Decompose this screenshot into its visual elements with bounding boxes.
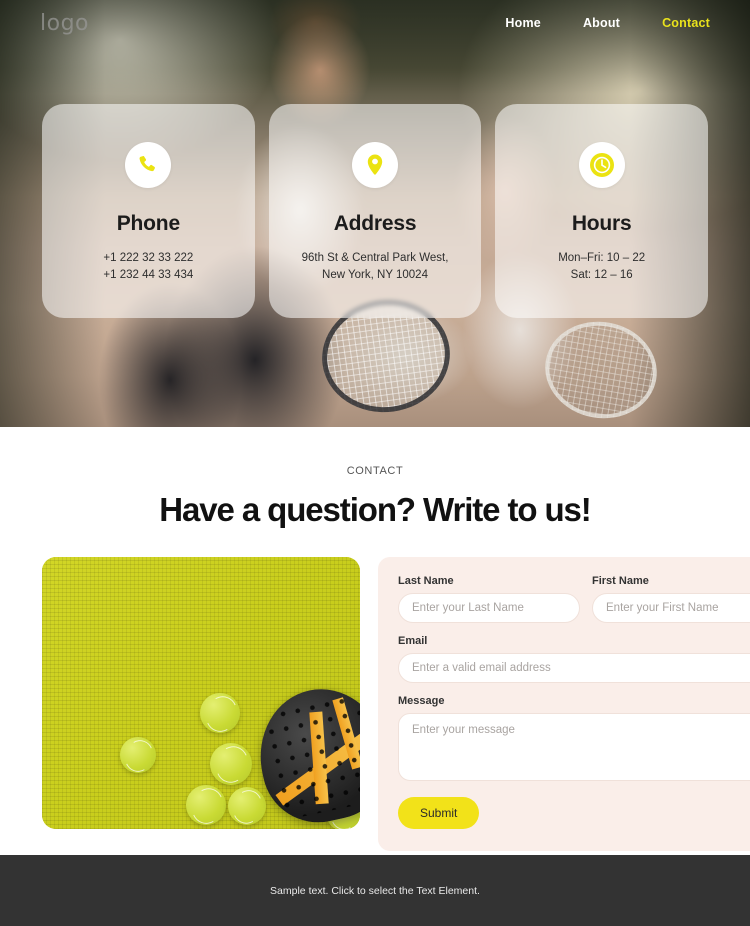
submit-button[interactable]: Submit [398, 797, 480, 829]
tennis-ball [186, 785, 226, 825]
tennis-ball [210, 743, 252, 785]
last-name-label: Last Name [398, 575, 454, 587]
first-name-input[interactable] [592, 593, 750, 623]
last-name-input[interactable] [398, 593, 580, 623]
info-card-lines: Mon–Fri: 10 – 22 Sat: 12 – 16 [558, 250, 645, 284]
tennis-ball [120, 737, 156, 773]
info-card-hours[interactable]: Hours Mon–Fri: 10 – 22 Sat: 12 – 16 [495, 104, 709, 318]
last-name-field-group: Last Name [398, 575, 580, 623]
info-card-title: Phone [116, 212, 180, 235]
contact-body: Last Name First Name Email Message [0, 529, 750, 851]
info-card-line: Sat: 12 – 16 [570, 269, 633, 281]
first-name-field-group: First Name [592, 575, 750, 623]
first-name-label: First Name [592, 575, 649, 587]
footer-text[interactable]: Sample text. Click to select the Text El… [270, 885, 480, 897]
info-card-line: 96th St & Central Park West, [301, 252, 449, 264]
footer: Sample text. Click to select the Text El… [0, 855, 750, 926]
info-card-line: +1 232 44 33 434 [103, 269, 194, 281]
email-label: Email [398, 635, 428, 647]
top-navigation: logo Home About Contact [0, 0, 750, 46]
message-label: Message [398, 695, 445, 707]
racket-holes [259, 689, 360, 821]
phone-icon [125, 142, 172, 188]
info-card-title: Hours [571, 212, 632, 235]
email-field-group: Email [398, 635, 750, 683]
site-logo[interactable]: logo [40, 11, 89, 36]
info-card-line: +1 222 32 33 222 [103, 252, 194, 264]
hero-section: logo Home About Contact Phone +1 222 32 … [0, 0, 750, 427]
email-field[interactable] [398, 653, 750, 683]
info-card-address[interactable]: Address 96th St & Central Park West, New… [268, 104, 482, 318]
map-pin-icon [352, 142, 398, 188]
page-title: Have a question? Write to us! [159, 491, 591, 528]
info-cards: Phone +1 222 32 33 222 +1 232 44 33 434 … [42, 104, 709, 318]
info-card-lines: 96th St & Central Park West, New York, N… [302, 250, 449, 284]
page-root: logo Home About Contact Phone +1 222 32 … [0, 0, 750, 926]
nav-link-contact[interactable]: Contact [662, 16, 710, 30]
info-card-title: Address [333, 212, 417, 235]
info-card-phone[interactable]: Phone +1 222 32 33 222 +1 232 44 33 434 [42, 104, 255, 318]
nav-link-about[interactable]: About [583, 16, 620, 30]
info-card-line: New York, NY 10024 [322, 269, 428, 281]
contact-section: CONTACT Have a question? Write to us! La… [0, 427, 750, 851]
tennis-photo [42, 557, 360, 829]
nav-links: Home About Contact [505, 16, 710, 30]
tennis-ball [200, 693, 240, 733]
contact-form: Last Name First Name Email Message [378, 557, 750, 851]
name-row: Last Name First Name [398, 575, 750, 623]
nav-link-home[interactable]: Home [505, 16, 541, 30]
message-field-group: Message [398, 695, 750, 781]
info-card-lines: +1 222 32 33 222 +1 232 44 33 434 [103, 250, 193, 284]
message-input[interactable] [398, 713, 750, 781]
info-card-line: Mon–Fri: 10 – 22 [558, 252, 646, 264]
tennis-ball [228, 787, 266, 825]
clock-icon [578, 142, 625, 188]
section-eyebrow: CONTACT [346, 465, 404, 477]
